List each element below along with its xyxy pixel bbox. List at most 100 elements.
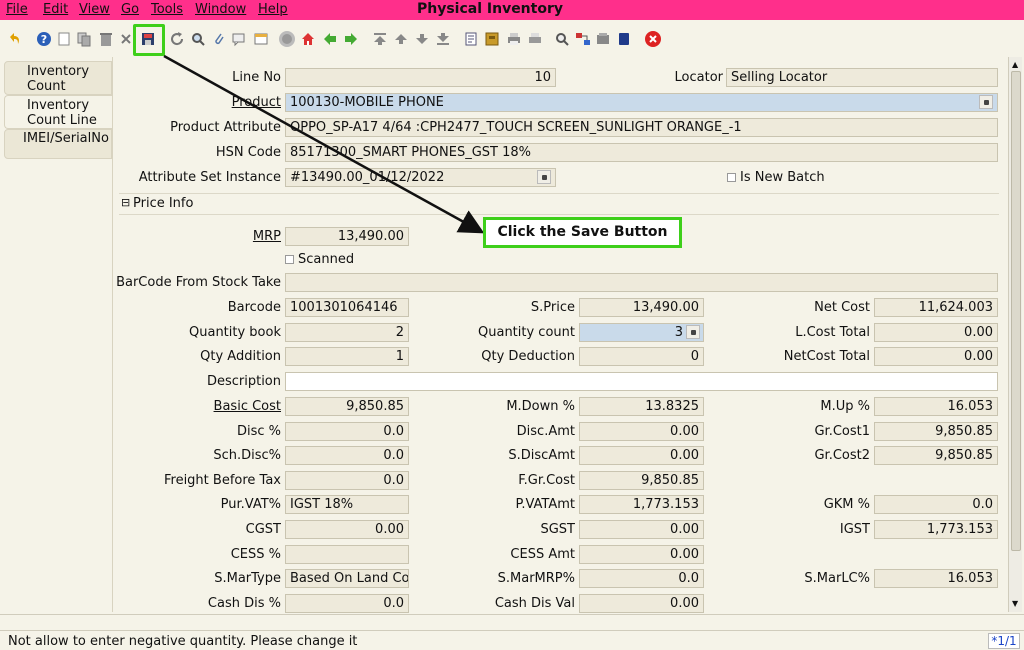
- cess-pct-field[interactable]: [285, 545, 409, 564]
- s-martype-field[interactable]: Based On Land Cost: [285, 569, 409, 588]
- is-new-batch-checkbox[interactable]: [727, 173, 736, 182]
- gkm-field[interactable]: 0.0: [874, 495, 998, 514]
- form-panel: Line No 10 Locator Selling Locator Produ…: [112, 57, 1008, 613]
- find-icon[interactable]: [189, 30, 207, 48]
- forward-icon[interactable]: [342, 30, 360, 48]
- end-icon[interactable]: [644, 30, 662, 48]
- qty-deduction-field[interactable]: 0: [579, 347, 704, 366]
- sch-disc-field[interactable]: 0.0: [285, 446, 409, 465]
- scroll-up-icon[interactable]: ▲: [1012, 60, 1018, 69]
- f-gr-cost-field[interactable]: 9,850.85: [579, 471, 704, 490]
- next-icon[interactable]: [413, 30, 431, 48]
- m-up-field[interactable]: 16.053: [874, 397, 998, 416]
- s-marlc-field[interactable]: 16.053: [874, 569, 998, 588]
- description-label: Description: [206, 374, 281, 389]
- line-no-field[interactable]: 10: [285, 68, 556, 87]
- report-icon[interactable]: [462, 30, 480, 48]
- previous-icon[interactable]: [392, 30, 410, 48]
- hsn-code-label: HSN Code: [215, 145, 281, 160]
- disc-pct-label: Disc %: [236, 424, 281, 439]
- attribute-set-instance-field[interactable]: #13490.00_01/12/2022: [285, 168, 556, 187]
- p-vatamt-field[interactable]: 1,773.153: [579, 495, 704, 514]
- l-cost-total-field[interactable]: 0.00: [874, 323, 998, 342]
- new-icon[interactable]: [55, 30, 73, 48]
- first-icon[interactable]: [371, 30, 389, 48]
- netcost-total-field[interactable]: 0.00: [874, 347, 998, 366]
- gr-cost2-field[interactable]: 9,850.85: [874, 446, 998, 465]
- copy-icon[interactable]: [75, 30, 93, 48]
- workflow-icon[interactable]: [574, 30, 592, 48]
- qty-addition-field[interactable]: 1: [285, 347, 409, 366]
- record-count[interactable]: *1/1: [988, 633, 1020, 649]
- description-field[interactable]: [285, 372, 998, 391]
- history-icon[interactable]: [252, 30, 270, 48]
- barcode-field[interactable]: 1001301064146: [285, 298, 409, 317]
- pur-vat-field[interactable]: IGST 18%: [285, 495, 409, 514]
- product-info-icon[interactable]: [594, 30, 612, 48]
- vertical-scrollbar[interactable]: ▲ ▼: [1008, 57, 1022, 612]
- archive-icon[interactable]: [483, 30, 501, 48]
- product-attribute-field[interactable]: OPPO_SP-A17 4/64 :CPH2477_TOUCH SCREEN_S…: [285, 118, 998, 137]
- chat-icon[interactable]: [230, 30, 248, 48]
- refresh-icon[interactable]: [168, 30, 186, 48]
- scroll-thumb[interactable]: [1011, 71, 1021, 551]
- cash-dis-val-field[interactable]: 0.00: [579, 594, 704, 613]
- f-gr-cost-label: F.Gr.Cost: [518, 473, 575, 488]
- collapse-icon[interactable]: ⊟: [121, 196, 130, 209]
- quantity-count-calculator-button[interactable]: [686, 325, 700, 339]
- request-icon[interactable]: [615, 30, 633, 48]
- locator-label: Locator: [674, 70, 723, 85]
- net-cost-field[interactable]: 11,624.003: [874, 298, 998, 317]
- product-lookup-button[interactable]: [979, 95, 993, 109]
- m-up-label: M.Up %: [820, 399, 870, 414]
- section-divider: [119, 193, 999, 194]
- basic-cost-field[interactable]: 9,850.85: [285, 397, 409, 416]
- product-field[interactable]: 100130-MOBILE PHONE: [285, 93, 998, 112]
- price-info-label[interactable]: Price Info: [133, 196, 193, 211]
- tab-imei-serialno[interactable]: IMEI/SerialNo: [4, 129, 112, 159]
- zoom-across-icon[interactable]: [553, 30, 571, 48]
- scroll-down-icon[interactable]: ▼: [1012, 599, 1018, 608]
- locator-field[interactable]: Selling Locator: [726, 68, 998, 87]
- gr-cost1-field[interactable]: 9,850.85: [874, 422, 998, 441]
- section-divider: [119, 214, 999, 215]
- scanned-checkbox[interactable]: [285, 255, 294, 264]
- s-discamt-field[interactable]: 0.00: [579, 446, 704, 465]
- igst-field[interactable]: 1,773.153: [874, 520, 998, 539]
- tab-strip: Inventory Count Inventory Count Line IME…: [0, 57, 112, 617]
- sgst-field[interactable]: 0.00: [579, 520, 704, 539]
- gkm-label: GKM %: [823, 497, 870, 512]
- l-cost-total-label: L.Cost Total: [795, 325, 870, 340]
- home-icon[interactable]: [278, 30, 296, 48]
- print-preview-icon[interactable]: [526, 30, 544, 48]
- cgst-label: CGST: [245, 522, 281, 537]
- hsn-code-field[interactable]: 85171300_SMART PHONES_GST 18%: [285, 143, 998, 162]
- disc-pct-field[interactable]: 0.0: [285, 422, 409, 441]
- tab-inventory-count-line[interactable]: Inventory Count Line: [4, 95, 112, 129]
- cash-dis-pct-field[interactable]: 0.0: [285, 594, 409, 613]
- s-price-field[interactable]: 13,490.00: [579, 298, 704, 317]
- undo-icon[interactable]: [6, 30, 24, 48]
- print-icon[interactable]: [505, 30, 523, 48]
- freight-field[interactable]: 0.0: [285, 471, 409, 490]
- m-down-field[interactable]: 13.8325: [579, 397, 704, 416]
- last-icon[interactable]: [434, 30, 452, 48]
- help-icon[interactable]: ?: [35, 30, 53, 48]
- tab-inventory-count[interactable]: Inventory Count: [4, 61, 112, 95]
- igst-label: IGST: [839, 522, 870, 537]
- s-martype-label: S.MarType: [214, 571, 281, 586]
- quantity-book-field[interactable]: 2: [285, 323, 409, 342]
- attachment-icon[interactable]: [210, 30, 228, 48]
- mrp-field[interactable]: 13,490.00: [285, 227, 409, 246]
- parent-icon[interactable]: [299, 30, 317, 48]
- disc-amt-field[interactable]: 0.00: [579, 422, 704, 441]
- back-icon[interactable]: [321, 30, 339, 48]
- cgst-field[interactable]: 0.00: [285, 520, 409, 539]
- barcode-from-stock-take-field[interactable]: [285, 273, 998, 292]
- delete-icon[interactable]: [97, 30, 115, 48]
- status-bar: Not allow to enter negative quantity. Pl…: [0, 630, 1024, 650]
- s-marmrp-field[interactable]: 0.0: [579, 569, 704, 588]
- attribute-set-instance-button[interactable]: [537, 170, 551, 184]
- cess-amt-field[interactable]: 0.00: [579, 545, 704, 564]
- cash-dis-val-label: Cash Dis Val: [494, 596, 575, 611]
